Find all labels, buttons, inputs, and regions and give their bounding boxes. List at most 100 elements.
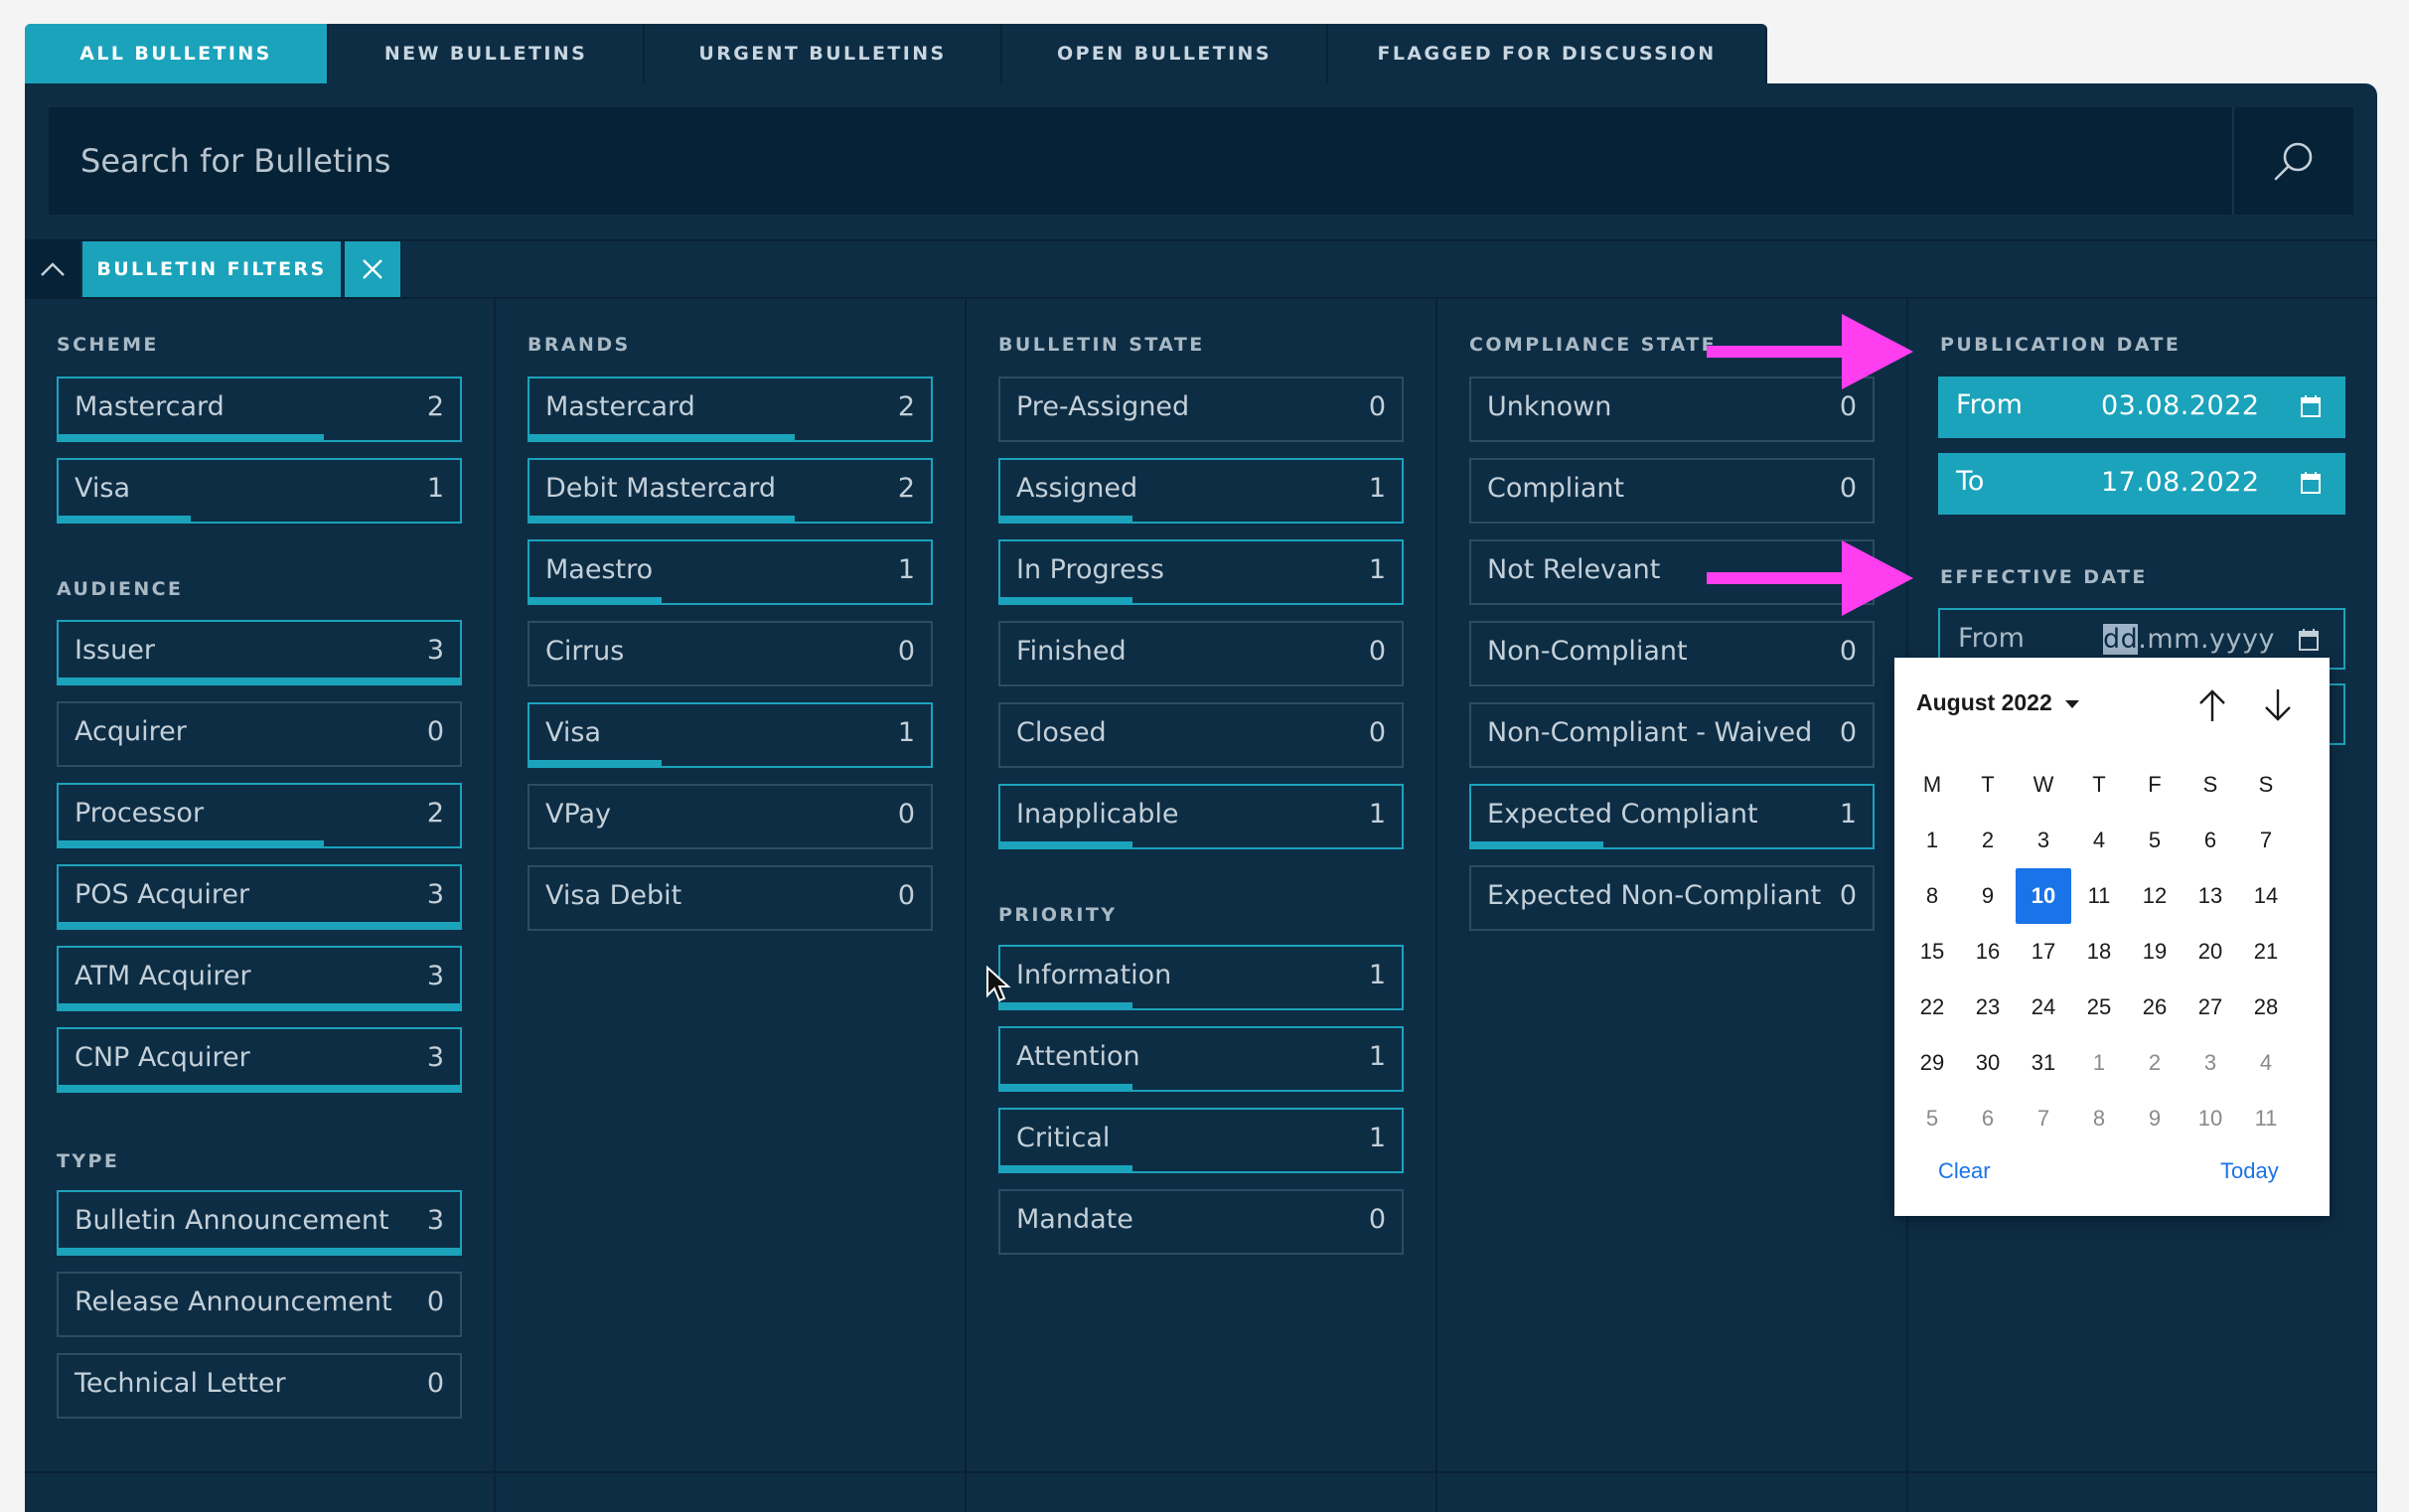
brands-filter-item[interactable]: Visa Debit 0	[527, 865, 933, 931]
today-button[interactable]: Today	[2220, 1158, 2279, 1184]
clear-date-button[interactable]: Clear	[1938, 1158, 1991, 1184]
calendar-day[interactable]: 14	[2238, 868, 2294, 924]
calendar-day[interactable]: 1	[2071, 1035, 2127, 1091]
next-month-button[interactable]	[2258, 685, 2298, 725]
type-filter-item[interactable]: Bulletin Announcement 3	[57, 1190, 462, 1256]
previous-month-button[interactable]	[2192, 685, 2232, 725]
calendar-day[interactable]: 19	[2127, 924, 2183, 980]
state-filter-item[interactable]: Inapplicable 1	[998, 784, 1404, 849]
calendar-day[interactable]: 9	[1960, 868, 2016, 924]
brands-filter-item[interactable]: VPay 0	[527, 784, 933, 849]
calendar-day[interactable]: 30	[1960, 1035, 2016, 1091]
brands-filter-item[interactable]: Maestro 1	[527, 539, 933, 605]
calendar-day[interactable]: 7	[2238, 813, 2294, 868]
filter-share-bar	[998, 1165, 1132, 1173]
calendar-day[interactable]: 8	[1904, 868, 1960, 924]
calendar-day[interactable]: 17	[2016, 924, 2071, 980]
audience-filter-item[interactable]: CNP Acquirer 3	[57, 1027, 462, 1093]
calendar-day[interactable]: 20	[2183, 924, 2238, 980]
scheme-filter-item[interactable]: Mastercard 2	[57, 377, 462, 442]
calendar-day[interactable]: 11	[2238, 1091, 2294, 1146]
calendar-day[interactable]: 11	[2071, 868, 2127, 924]
compliance-filter-item[interactable]: Non-Compliant - Waived 0	[1469, 702, 1875, 768]
calendar-day[interactable]: 9	[2127, 1091, 2183, 1146]
tab-new-bulletins[interactable]: NEW BULLETINS	[329, 24, 645, 83]
calendar-day[interactable]: 24	[2016, 980, 2071, 1035]
calendar-day[interactable]: 4	[2071, 813, 2127, 868]
tab-urgent-bulletins[interactable]: URGENT BULLETINS	[645, 24, 1002, 83]
state-filter-item[interactable]: Assigned 1	[998, 458, 1404, 524]
calendar-day[interactable]: 27	[2183, 980, 2238, 1035]
tab-flagged-for-discussion[interactable]: FLAGGED FOR DISCUSSION	[1328, 24, 1767, 83]
calendar-day[interactable]: 16	[1960, 924, 2016, 980]
scheme-filter-item[interactable]: Visa 1	[57, 458, 462, 524]
priority-filter-item[interactable]: Critical 1	[998, 1108, 1404, 1173]
collapse-filters-button[interactable]	[25, 241, 80, 297]
brands-filter-item[interactable]: Visa 1	[527, 702, 933, 768]
calendar-icon[interactable]	[2300, 394, 2322, 418]
search-button[interactable]	[2232, 107, 2353, 215]
calendar-day[interactable]: 23	[1960, 980, 2016, 1035]
audience-filter-item[interactable]: Acquirer 0	[57, 701, 462, 767]
calendar-day[interactable]: 7	[2016, 1091, 2071, 1146]
calendar-day[interactable]: 31	[2016, 1035, 2071, 1091]
publication-date-from-field[interactable]: From 03.08.2022	[1938, 377, 2345, 438]
audience-filter-item[interactable]: Issuer 3	[57, 620, 462, 685]
calendar-day[interactable]: 5	[1904, 1091, 1960, 1146]
calendar-day[interactable]: 4	[2238, 1035, 2294, 1091]
bulletin-filters-tab[interactable]: BULLETIN FILTERS	[82, 241, 341, 297]
compliance-filter-item[interactable]: Compliant 0	[1469, 458, 1875, 524]
brands-filter-item[interactable]: Debit Mastercard 2	[527, 458, 933, 524]
calendar-day[interactable]: 22	[1904, 980, 1960, 1035]
type-filter-item[interactable]: Release Announcement 0	[57, 1272, 462, 1337]
audience-filter-item[interactable]: ATM Acquirer 3	[57, 946, 462, 1011]
calendar-day[interactable]: 29	[1904, 1035, 1960, 1091]
calendar-icon[interactable]	[2300, 471, 2322, 495]
calendar-day[interactable]: 2	[2127, 1035, 2183, 1091]
filter-label: Acquirer	[75, 716, 187, 747]
calendar-day[interactable]: 21	[2238, 924, 2294, 980]
calendar-day[interactable]: 6	[1960, 1091, 2016, 1146]
calendar-day-today[interactable]: 10	[2016, 868, 2071, 924]
tab-all-bulletins[interactable]: ALL BULLETINS	[25, 24, 329, 83]
filter-label: VPay	[545, 799, 612, 830]
publication-date-to-field[interactable]: To 17.08.2022	[1938, 453, 2345, 515]
brands-filter-item[interactable]: Cirrus 0	[527, 621, 933, 686]
priority-filter-item[interactable]: Attention 1	[998, 1026, 1404, 1092]
calendar-day[interactable]: 2	[1960, 813, 2016, 868]
calendar-day[interactable]: 5	[2127, 813, 2183, 868]
calendar-day[interactable]: 8	[2071, 1091, 2127, 1146]
calendar-day[interactable]: 3	[2016, 813, 2071, 868]
priority-filter-item[interactable]: Mandate 0	[998, 1189, 1404, 1255]
state-filter-item[interactable]: Closed 0	[998, 702, 1404, 768]
audience-filter-item[interactable]: POS Acquirer 3	[57, 864, 462, 930]
calendar-day[interactable]: 13	[2183, 868, 2238, 924]
calendar-day[interactable]: 12	[2127, 868, 2183, 924]
compliance-filter-item[interactable]: Non-Compliant 0	[1469, 621, 1875, 686]
state-filter-item[interactable]: In Progress 1	[998, 539, 1404, 605]
search-input[interactable]	[49, 107, 2232, 215]
brands-filter-item[interactable]: Mastercard 2	[527, 377, 933, 442]
calendar-day[interactable]: 10	[2183, 1091, 2238, 1146]
calendar-day[interactable]: 28	[2238, 980, 2294, 1035]
state-filter-item[interactable]: Finished 0	[998, 621, 1404, 686]
calendar-day[interactable]: 1	[1904, 813, 1960, 868]
priority-filter-item[interactable]: Information 1	[998, 945, 1404, 1010]
calendar-day[interactable]: 6	[2183, 813, 2238, 868]
calendar-day[interactable]: 15	[1904, 924, 1960, 980]
audience-filter-item[interactable]: Processor 2	[57, 783, 462, 848]
filter-label: Pre-Assigned	[1016, 391, 1190, 422]
month-selector[interactable]: August 2022	[1916, 689, 2080, 716]
compliance-filter-item[interactable]: Expected Compliant 1	[1469, 784, 1875, 849]
filter-count: 2	[897, 473, 915, 504]
tab-open-bulletins[interactable]: OPEN BULLETINS	[1002, 24, 1328, 83]
calendar-day[interactable]: 3	[2183, 1035, 2238, 1091]
calendar-day[interactable]: 25	[2071, 980, 2127, 1035]
state-filter-item[interactable]: Pre-Assigned 0	[998, 377, 1404, 442]
type-filter-item[interactable]: Technical Letter 0	[57, 1353, 462, 1419]
compliance-filter-item[interactable]: Expected Non-Compliant 0	[1469, 865, 1875, 931]
calendar-icon[interactable]	[2298, 628, 2320, 652]
calendar-day[interactable]: 26	[2127, 980, 2183, 1035]
close-filters-button[interactable]	[345, 241, 400, 297]
calendar-day[interactable]: 18	[2071, 924, 2127, 980]
